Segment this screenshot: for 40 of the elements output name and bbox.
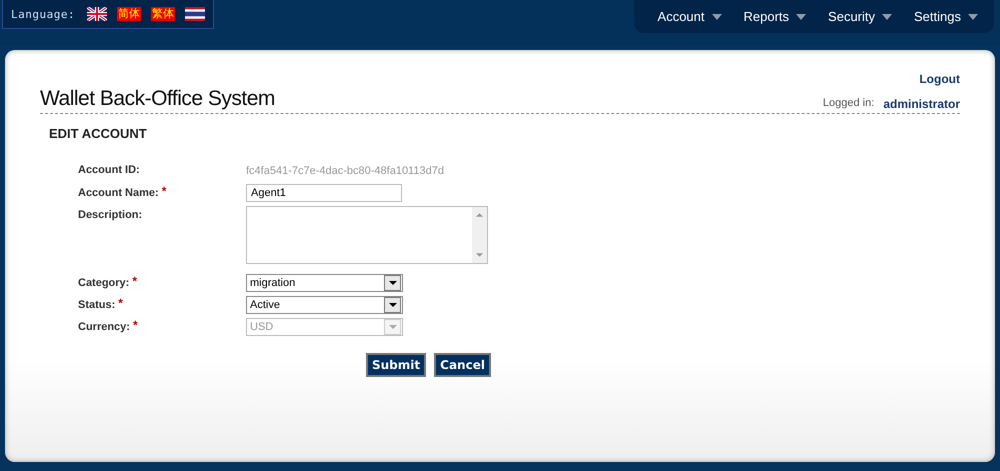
scroll-up-icon[interactable] [476, 213, 483, 217]
caret-icon [712, 14, 722, 20]
account-id-value: fc4fa541-7c7e-4dac-bc80-48fa10113d7d [246, 165, 444, 177]
app-title: Wallet Back-Office System [40, 87, 275, 110]
required-mark: * [132, 318, 138, 334]
caret-icon [882, 14, 892, 20]
logged-in-label: Logged in: [822, 97, 874, 111]
submit-button[interactable]: Submit [366, 353, 426, 377]
scroll-down-icon[interactable] [476, 253, 483, 257]
field-label: Account Name: [78, 186, 159, 201]
user-name: administrator [883, 97, 960, 111]
thai-flag-icon[interactable] [185, 7, 206, 21]
dropdown-arrow-icon [388, 303, 396, 307]
language-link[interactable]: 繁体 [151, 7, 176, 21]
field-label: Account ID: [78, 163, 140, 178]
menu-item[interactable]: Settings [914, 9, 978, 24]
cancel-button[interactable]: Cancel [434, 353, 491, 377]
caret-icon [968, 14, 978, 20]
select-field[interactable]: Active [246, 296, 403, 314]
required-mark: * [162, 184, 166, 200]
menu-item[interactable]: Reports [744, 9, 806, 24]
language-label: Language: [11, 8, 76, 20]
field-label: Status: [78, 298, 116, 313]
select-field[interactable]: migration [246, 274, 403, 292]
textarea-field[interactable] [246, 206, 488, 264]
field-label: Description: [78, 208, 142, 223]
logout-link[interactable]: Logout [919, 72, 960, 86]
field-label: Category: [78, 276, 130, 291]
required-mark: * [118, 296, 123, 312]
caret-icon [796, 14, 806, 20]
menu-item[interactable]: Security [828, 9, 892, 24]
required-mark: * [132, 274, 138, 290]
dropdown-arrow-icon [388, 281, 396, 285]
dropdown-arrow-icon [388, 325, 396, 329]
uk-flag-icon[interactable] [87, 7, 108, 21]
language-link[interactable]: 简体 [117, 7, 142, 21]
input-field[interactable]: Agent1 [246, 184, 402, 202]
menu-item[interactable]: Account [658, 9, 722, 24]
form-heading: EDIT ACCOUNT [49, 126, 148, 141]
field-label: Currency: [78, 320, 130, 335]
